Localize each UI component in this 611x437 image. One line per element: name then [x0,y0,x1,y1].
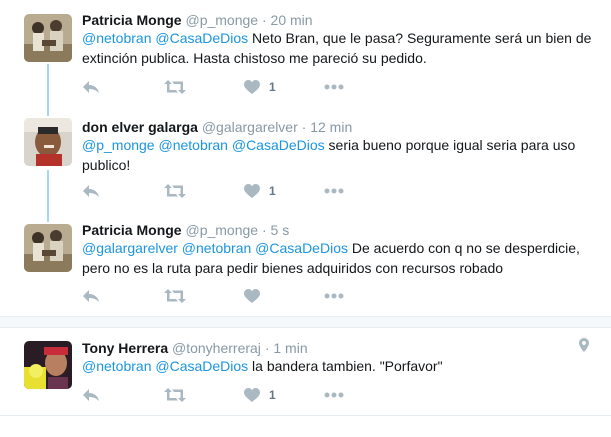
retweet-button[interactable] [164,385,186,405]
tweet-text-content: la bandera tambien. "Porfavor" [248,358,443,374]
avatar[interactable] [24,118,72,166]
like-button[interactable]: 1 [244,181,276,201]
retweet-icon [164,388,186,402]
more-button[interactable] [324,286,344,306]
reply-icon [83,290,99,302]
avatar[interactable] [24,14,72,62]
user-handle[interactable]: @tonyherreraj [172,340,261,356]
reply-button[interactable] [82,385,100,405]
tweet-text: @netobran @CasaDeDios Neto Bran, que le … [82,28,597,68]
like-count: 1 [269,80,276,94]
separator-dot: · [264,340,270,356]
retweet-icon [164,289,186,303]
retweet-button[interactable] [164,181,186,201]
like-icon [244,387,260,402]
tweet-actions: 1 [82,385,382,405]
user-name[interactable]: Patricia Monge [82,222,182,238]
timestamp[interactable]: 1 min [273,340,307,356]
tweet[interactable]: Tony Herrera @tonyherreraj · 1 min @neto… [0,328,611,428]
reply-icon [83,185,99,197]
tweet-actions: 1 [82,77,382,97]
more-button[interactable] [324,77,344,97]
user-handle[interactable]: @p_monge [185,12,258,28]
retweet-button[interactable] [164,286,186,306]
separator-dot: · [301,119,307,135]
location-pin-icon[interactable] [579,338,589,352]
more-button[interactable] [324,385,344,405]
tweet-header: Tony Herrera @tonyherreraj · 1 min [82,340,308,356]
tweet-actions: 1 [82,181,382,201]
like-button[interactable] [244,286,269,306]
tweet-header: Patricia Monge @p_monge · 5 s [82,222,289,238]
more-icon [324,293,344,299]
more-icon [324,392,344,398]
reply-button[interactable] [82,286,100,306]
user-handle[interactable]: @galargarelver [202,119,298,135]
user-name[interactable]: don elver galarga [82,119,198,135]
retweet-button[interactable] [164,77,186,97]
user-name[interactable]: Patricia Monge [82,12,182,28]
mention-links[interactable]: @galargarelver @netobran @CasaDeDios [82,240,348,256]
like-icon [244,288,260,303]
conversation-divider [0,316,611,328]
mention-links[interactable]: @p_monge @netobran @CasaDeDios [82,137,325,153]
timestamp[interactable]: 20 min [271,12,313,28]
reply-icon [83,81,99,93]
like-count: 1 [269,388,276,402]
timestamp[interactable]: 12 min [310,119,352,135]
tweet-text: @galargarelver @netobran @CasaDeDios De … [82,238,597,278]
like-icon [244,79,260,94]
reply-icon [83,389,99,401]
more-button[interactable] [324,181,344,201]
tweet-actions [82,286,382,306]
like-button[interactable]: 1 [244,77,276,97]
tweet-header: Patricia Monge @p_monge · 20 min [82,12,313,28]
tweet-text: @netobran @CasaDeDios la bandera tambien… [82,356,597,376]
tweet[interactable]: Patricia Monge @p_monge · 20 min @netobr… [0,0,611,108]
user-handle[interactable]: @p_monge [185,222,258,238]
mention-links[interactable]: @netobran @CasaDeDios [82,358,248,374]
more-icon [324,188,344,194]
tweet[interactable]: Patricia Monge @p_monge · 5 s @galargare… [0,214,611,316]
separator-dot: · [261,222,267,238]
mention-links[interactable]: @netobran @CasaDeDios [82,30,248,46]
retweet-icon [164,80,186,94]
avatar[interactable] [24,341,72,389]
avatar[interactable] [24,224,72,272]
tweet-header: don elver galarga @galargarelver · 12 mi… [82,119,352,135]
more-icon [324,84,344,90]
reply-button[interactable] [82,181,100,201]
timestamp[interactable]: 5 s [271,222,290,238]
like-count: 1 [269,184,276,198]
bottom-divider [0,415,611,416]
separator-dot: · [261,12,267,28]
tweet-text: @p_monge @netobran @CasaDeDios seria bue… [82,135,597,175]
tweet[interactable]: don elver galarga @galargarelver · 12 mi… [0,108,611,214]
user-name[interactable]: Tony Herrera [82,340,168,356]
like-icon [244,183,260,198]
reply-button[interactable] [82,77,100,97]
retweet-icon [164,184,186,198]
like-button[interactable]: 1 [244,385,276,405]
